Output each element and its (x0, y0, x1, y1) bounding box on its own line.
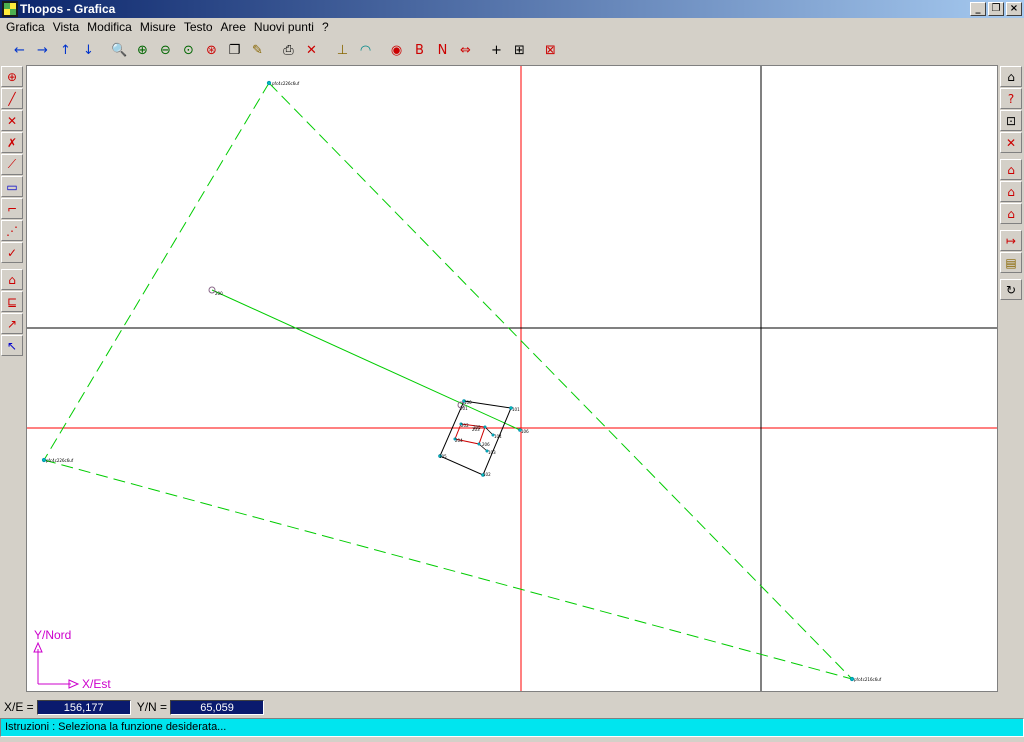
coordinate-bar: X/E = 156,177 Y/N = 65,059 (0, 697, 1024, 717)
menu-item[interactable]: Grafica (2, 18, 49, 37)
close-red-icon[interactable]: ✕ (1000, 132, 1022, 153)
drawing-svg: pfc4c226c6uf pfc4c226c6uf pfc4c216c6uf 1… (27, 66, 997, 691)
map-icon[interactable]: ▤ (1000, 252, 1022, 273)
point-label: 206 (482, 442, 490, 447)
right-toolbar: ⌂? ⊡ ✕ ⌂ ⌂ ⌂ ↦ ▤ ↻ (999, 65, 1023, 301)
pan-right-icon[interactable]: → (31, 40, 54, 62)
menu-item[interactable]: Misure (136, 18, 180, 37)
main-toolbar: ← → ↑ ↓ 🔍 ⊕ ⊖ ⊙ ⊛ ❐ ✎ ⎙ ✕ ⊥ ◠ ◉ B N ⇔ + ⊞ ⊠ (0, 37, 1024, 64)
add-point-icon[interactable]: ⊕ (1, 66, 23, 87)
segment-icon[interactable]: ⟋ (1, 154, 23, 175)
grid-icon[interactable]: ⊞ (508, 40, 531, 62)
layer-icon[interactable]: ◉ (385, 40, 408, 62)
window-controls: _ ❐ × (970, 2, 1022, 16)
dashed-line-icon[interactable]: ⋰ (1, 220, 23, 241)
pan-down-icon[interactable]: ↓ (77, 40, 100, 62)
point-label: pfc4c226c6uf (46, 458, 74, 463)
point-label: 105 (439, 454, 447, 459)
maximize-button[interactable]: ❐ (988, 2, 1004, 16)
point-label: 200 (215, 291, 223, 296)
polyline-icon[interactable]: ⌐ (1, 198, 23, 219)
title-bar: Thopos - Grafica _ ❐ × (0, 0, 1024, 18)
menu-item[interactable]: Modifica (83, 18, 136, 37)
y-coord-value: 65,059 (170, 699, 265, 715)
area-icon[interactable]: ⌂ (1000, 159, 1022, 180)
copy-icon[interactable]: ❐ (223, 40, 246, 62)
point-label: pfc4c216c6uf (854, 677, 882, 682)
north-icon[interactable]: N (431, 40, 454, 62)
zoom-out-icon[interactable]: ⊖ (154, 40, 177, 62)
offset-back-icon[interactable]: ↖ (1, 335, 23, 356)
menu-item[interactable]: Vista (49, 18, 83, 37)
menu-item[interactable]: ? (318, 18, 333, 37)
print-icon[interactable]: ⎙ (277, 40, 300, 62)
line-icon[interactable]: ╱ (1, 88, 23, 109)
offset-point-icon[interactable]: ↗ (1, 313, 23, 334)
toolbar-gap (0, 264, 24, 268)
point-label: 104 (494, 434, 502, 439)
crosshair-icon[interactable]: + (485, 40, 508, 62)
x-coord-label: X/E = (4, 700, 34, 714)
menu-bar: Grafica Vista Modifica Misure Testo Aree Nuovi… (0, 18, 1024, 37)
survey-line-solid (211, 289, 521, 431)
rotate-icon[interactable]: ↻ (1000, 279, 1022, 300)
y-axis-label: Y/Nord (34, 628, 71, 642)
x-coord-value: 156,177 (36, 699, 131, 715)
intersect-icon[interactable]: ✕ (1, 110, 23, 131)
point-label: 103 (488, 450, 496, 455)
close-button[interactable]: × (1006, 2, 1022, 16)
offset-icon[interactable]: ⊑ (1, 291, 23, 312)
check-line-icon[interactable]: ✓ (1, 242, 23, 263)
query-icon[interactable]: ? (1000, 88, 1022, 109)
toolbar-gap (999, 225, 1023, 229)
survey-triangle (43, 82, 853, 680)
home-icon[interactable]: ⌂ (1000, 66, 1022, 87)
delete-icon[interactable]: ⊠ (539, 40, 562, 62)
area-check-icon[interactable]: ⌂ (1000, 203, 1022, 224)
zoom-icon[interactable]: 🔍 (108, 40, 131, 62)
x-axis-label: X/Est (82, 677, 111, 691)
point-label: 106 (521, 429, 529, 434)
point-label: 102 (483, 472, 491, 477)
toolbar-gap (999, 154, 1023, 158)
edit-icon[interactable]: ✎ (246, 40, 269, 62)
point-label: 100 (464, 400, 472, 405)
point-label: 101 (512, 407, 520, 412)
point-label: 204 (455, 438, 463, 443)
house-icon[interactable]: ⌂ (1, 269, 23, 290)
app-logo-icon (2, 1, 18, 17)
pan-up-icon[interactable]: ↑ (54, 40, 77, 62)
point-label: 205 (473, 425, 481, 430)
axis-indicator (33, 641, 80, 689)
minimize-button[interactable]: _ (970, 2, 986, 16)
point-label: 202 (461, 423, 469, 428)
left-toolbar: ⊕ ╱ ✕ ✗ ⟋ ▭ ⌐ ⋰ ✓ ⌂ ⊑ ↗ ↖ (0, 65, 24, 357)
pan-left-icon[interactable]: ← (8, 40, 31, 62)
point-label: 201 (460, 406, 468, 411)
frame-icon[interactable]: ⊡ (1000, 110, 1022, 131)
zoom-in-icon[interactable]: ⊕ (131, 40, 154, 62)
export-dxf-icon[interactable]: ✕ (300, 40, 323, 62)
toolbar-gap (999, 274, 1023, 278)
status-bar: Istruzioni : Seleziona la funzione desid… (0, 718, 1024, 737)
drawing-canvas[interactable]: pfc4c226c6uf pfc4c226c6uf pfc4c216c6uf 1… (26, 65, 998, 692)
menu-item[interactable]: Aree (217, 18, 250, 37)
menu-item[interactable]: Nuovi punti (250, 18, 318, 37)
point-label: pfc4c226c6uf (272, 81, 300, 86)
transform-icon[interactable]: ↦ (1000, 230, 1022, 251)
perpendicular-icon[interactable]: ✗ (1, 132, 23, 153)
area-split-icon[interactable]: ⌂ (1000, 181, 1022, 202)
point-b-icon[interactable]: B (408, 40, 431, 62)
measure-icon[interactable]: ⊥ (331, 40, 354, 62)
y-coord-label: Y/N = (136, 700, 168, 714)
zoom-extents-icon[interactable]: ⊛ (200, 40, 223, 62)
rect-icon[interactable]: ▭ (1, 176, 23, 197)
zoom-window-icon[interactable]: ⊙ (177, 40, 200, 62)
north-arrows-icon[interactable]: ⇔ (454, 40, 477, 62)
point-markers (41, 80, 855, 682)
menu-item[interactable]: Testo (180, 18, 217, 37)
angle-icon[interactable]: ◠ (354, 40, 377, 62)
window-title: Thopos - Grafica (20, 2, 116, 16)
